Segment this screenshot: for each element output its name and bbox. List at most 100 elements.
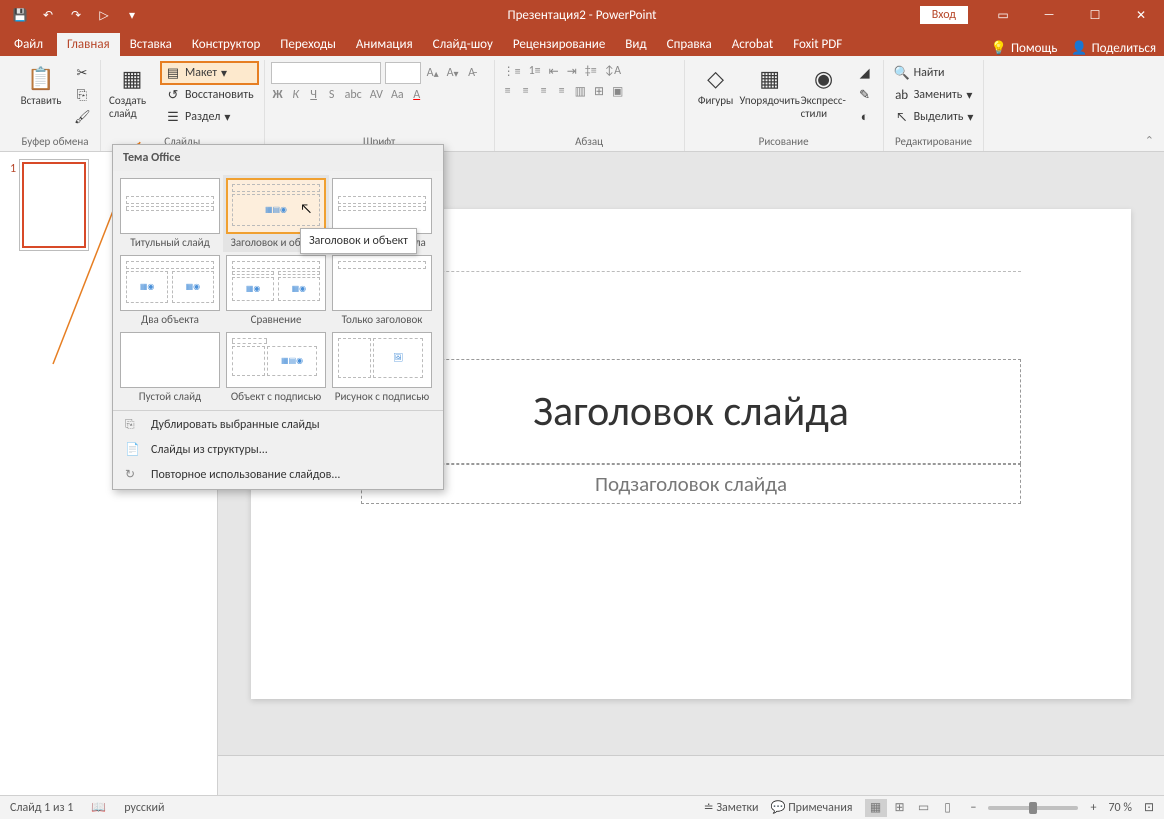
title-placeholder[interactable]: Заголовок слайда [361,359,1021,464]
strike-icon[interactable]: abc [343,86,364,104]
shape-outline-button[interactable]: ✎ [853,84,877,106]
clipboard-icon: 📋 [27,64,55,92]
section-icon: ☰ [165,110,181,125]
save-icon[interactable]: 💾 [10,5,30,25]
language-status[interactable]: русский [124,801,164,815]
spacing-icon[interactable]: AV [368,86,385,104]
tab-acrobat[interactable]: Acrobat [722,33,784,56]
replace-button[interactable]: abЗаменить ▾ [890,84,978,106]
redo-icon[interactable]: ↷ [66,5,86,25]
shadow-icon[interactable]: S [325,86,339,104]
tab-home[interactable]: Главная [57,33,120,56]
font-select[interactable] [271,62,381,84]
tab-insert[interactable]: Вставка [120,33,182,56]
tab-animations[interactable]: Анимация [346,33,423,56]
format-painter-button[interactable]: 🖌 [70,106,94,128]
layout-title-only[interactable]: Только заголовок [329,252,435,329]
notes-pane[interactable] [218,755,1164,795]
justify-icon[interactable]: ≡ [555,82,569,100]
line-spacing-icon[interactable]: ‡≡ [583,62,599,80]
quick-styles-icon: ◉ [810,64,838,92]
zoom-in-icon[interactable]: + [1090,801,1096,815]
layout-content-caption[interactable]: ▦▤◉ Объект с подписью [223,329,329,406]
reading-view-icon[interactable]: ▭ [913,799,935,817]
collapse-ribbon-icon[interactable]: ⌃ [1145,134,1154,147]
new-slide-button[interactable]: ▦ Создать слайд [107,62,157,122]
columns-icon[interactable]: ▥ [573,82,588,100]
layout-button[interactable]: ▤Макет ▾ [161,62,258,84]
align-center-icon[interactable]: ≡ [519,82,533,100]
tab-transitions[interactable]: Переходы [270,33,346,56]
share-button[interactable]: 👤 Поделиться [1071,41,1156,56]
font-size-select[interactable] [385,62,421,84]
layout-picture-caption[interactable]: 🖼 Рисунок с подписью [329,329,435,406]
new-slide-icon: ▦ [118,64,146,92]
shapes-button[interactable]: ◇Фигуры [691,62,741,109]
select-button[interactable]: ↖Выделить ▾ [890,106,978,128]
close-icon[interactable]: ✕ [1118,0,1164,30]
bold-icon[interactable]: Ж [271,86,285,104]
normal-view-icon[interactable]: ▦ [865,799,887,817]
tab-help[interactable]: Справка [657,33,722,56]
shrink-font-icon[interactable]: A▾ [445,64,461,82]
zoom-out-icon[interactable]: − [971,801,977,815]
shape-effects-button[interactable]: ◐ [853,106,877,128]
spell-check-icon[interactable]: 📖 [91,800,106,815]
arrange-button[interactable]: ▦Упорядочить [745,62,795,109]
underline-icon[interactable]: Ч [307,86,321,104]
notes-toggle[interactable]: ≐ Заметки [704,800,759,815]
copy-button[interactable]: ⎘ [70,84,94,106]
tab-design[interactable]: Конструктор [182,33,270,56]
bullets-icon[interactable]: ⋮≡ [501,62,523,80]
shape-fill-button[interactable]: ◢ [853,62,877,84]
find-button[interactable]: 🔍Найти [890,62,978,84]
align-text-icon[interactable]: ⊞ [592,82,606,100]
ribbon-display-icon[interactable]: ▭ [980,0,1026,30]
clear-format-icon[interactable]: A̶ [465,64,479,82]
zoom-slider[interactable] [988,806,1078,810]
sorter-view-icon[interactable]: ⊞ [889,799,911,817]
subtitle-placeholder[interactable]: Подзаголовок слайда [361,464,1021,504]
fit-to-window-icon[interactable]: ⊡ [1144,800,1154,815]
reuse-slides-item[interactable]: ↻Повторное использование слайдов... [113,462,443,487]
tab-file[interactable]: Файл [0,33,57,56]
text-direction-icon[interactable]: ↕A [603,62,623,80]
font-color-icon[interactable]: A [410,86,424,104]
comments-toggle[interactable]: 💬 Примечания [771,800,853,815]
arrange-icon: ▦ [756,64,784,92]
reuse-icon: ↻ [125,467,141,482]
grow-font-icon[interactable]: A▴ [425,64,441,82]
tab-slideshow[interactable]: Слайд-шоу [423,33,503,56]
slideshow-view-icon[interactable]: ▯ [937,799,959,817]
cut-button[interactable]: ✂ [70,62,94,84]
align-right-icon[interactable]: ≡ [537,82,551,100]
numbering-icon[interactable]: 1≡ [527,62,543,80]
slides-from-outline-item[interactable]: 📄Слайды из структуры... [113,437,443,462]
section-button[interactable]: ☰Раздел ▾ [161,106,258,128]
undo-icon[interactable]: ↶ [38,5,58,25]
layout-two-content[interactable]: ▦◉▦◉ Два объекта [117,252,223,329]
smartart-icon[interactable]: ▣ [610,82,625,100]
tab-view[interactable]: Вид [615,33,656,56]
layout-title-slide[interactable]: Титульный слайд [117,175,223,252]
login-button[interactable]: Вход [920,6,968,24]
quick-styles-button[interactable]: ◉Экспресс-стили [799,62,849,122]
layout-blank[interactable]: Пустой слайд [117,329,223,406]
tab-review[interactable]: Рецензирование [503,33,615,56]
indent-icon[interactable]: ⇥ [565,62,579,80]
paste-button[interactable]: 📋 Вставить [16,62,66,109]
minimize-icon[interactable]: — [1026,0,1072,30]
reset-button[interactable]: ↺Восстановить [161,84,258,106]
duplicate-slides-item[interactable]: ⎘Дублировать выбранные слайды [113,413,443,437]
zoom-level[interactable]: 70 % [1108,801,1131,815]
qat-more-icon[interactable]: ▾ [122,5,142,25]
align-left-icon[interactable]: ≡ [501,82,515,100]
tab-foxit[interactable]: Foxit PDF [783,33,852,56]
maximize-icon[interactable]: ☐ [1072,0,1118,30]
start-slideshow-icon[interactable]: ▷ [94,5,114,25]
italic-icon[interactable]: К [289,86,303,104]
outdent-icon[interactable]: ⇤ [547,62,561,80]
layout-comparison[interactable]: ▦◉▦◉ Сравнение [223,252,329,329]
case-icon[interactable]: Aa [389,86,406,104]
tellme-button[interactable]: 💡 Помощь [991,41,1058,56]
